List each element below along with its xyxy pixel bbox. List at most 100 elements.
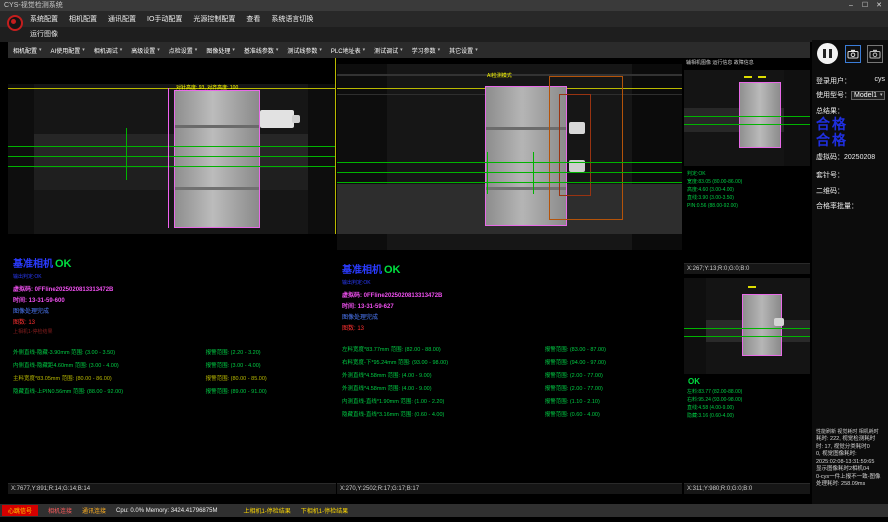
aux-result-line: PIN:0.56 (88.00-92.00) — [687, 202, 742, 210]
aux-result-line: 判定:OK — [687, 170, 742, 178]
comm-link-indicator: 通讯连接 — [82, 506, 106, 515]
tool-advanced-settings[interactable]: 高级设置▾ — [131, 46, 160, 55]
measure-line-green — [337, 172, 682, 173]
alarm-range: 报警范围: (1.10 - 2.10) — [545, 396, 600, 409]
total-result-value: 合格 合格 — [816, 116, 885, 148]
measure-line-green — [8, 156, 336, 157]
chevron-down-icon: ▾ — [195, 47, 198, 53]
tool-camera-debug[interactable]: 相机调试▾ — [94, 46, 123, 55]
tool-label: 学习参数 — [412, 46, 436, 55]
pass-rate-label: 合格率批量： — [816, 201, 885, 211]
stat-line: 时: 17, 视觉分类耗时0 — [816, 444, 885, 452]
chevron-down-icon: ▾ — [880, 92, 883, 98]
measurement-row: 内侧直线-隐藏距4.60mm 范围: (3.00 - 4.00)报警范围: (3… — [13, 360, 334, 373]
measurement-value: 内侧直线-隐藏距4.60mm 范围: (3.00 - 4.00) — [13, 360, 206, 373]
chevron-down-icon: ▾ — [400, 47, 403, 53]
connector-part — [260, 110, 294, 128]
camera2-result: 基准相机OK 输出判定:OK 虚拟码: 0FFline2025020813313… — [342, 260, 680, 422]
tool-label: 其它设置 — [449, 46, 473, 55]
tool-baseline-params[interactable]: 基准线参数▾ — [244, 46, 279, 55]
measurement-row: 隐藏直线-直线*3.16mm 范围: (0.60 - 4.00)报警范围: (0… — [342, 409, 680, 422]
menu-language[interactable]: 系统语言切换 — [271, 14, 313, 24]
tab-run-image-label: 运行图像 — [30, 31, 58, 38]
alarm-range: 报警范围: (2.00 - 77.00) — [545, 370, 603, 383]
chevron-down-icon: ▾ — [157, 47, 160, 53]
alarm-range: 报警范围: (0.60 - 4.00) — [545, 409, 600, 422]
measurement-row: 内测直线-直线*1.90mm 范围: (1.00 - 2.20)报警范围: (1… — [342, 396, 680, 409]
menu-system-config[interactable]: 系统配置 — [30, 14, 58, 24]
shiny-spot — [569, 122, 585, 134]
alarm-range: 报警范围: (80.00 - 85.00) — [206, 373, 267, 386]
measurement-row: 隐藏直线-上PIN0.56mm 范围: (88.00 - 92.00)报警范围:… — [13, 386, 334, 399]
overlay-mark-yellow — [748, 286, 756, 288]
alarm-range: 报警范围: (3.00 - 4.00) — [206, 360, 261, 373]
menu-view[interactable]: 查看 — [246, 14, 260, 24]
pause-button[interactable] — [817, 43, 838, 64]
camera-select-button-2[interactable] — [867, 45, 883, 63]
tool-image-process[interactable]: 图像处理▾ — [206, 46, 235, 55]
camera2-image[interactable]: AI检测模式 — [337, 64, 682, 250]
measurement-value: 隐藏直线-直线*3.16mm 范围: (0.60 - 4.00) — [342, 409, 545, 422]
menu-comm-config[interactable]: 通讯配置 — [108, 14, 136, 24]
tool-testline-params[interactable]: 测试线参数▾ — [287, 46, 322, 55]
tool-spot-check[interactable]: 点检设置▾ — [169, 46, 198, 55]
camera1-panel: 对针高度: 93, 对齐高度: 100 基准相机OK 输出判定:OK 虚拟码: … — [8, 58, 336, 494]
window-controls: – ☐ ✕ — [844, 0, 886, 11]
upper-camera-result: 上相机1-停检结果 — [243, 506, 290, 515]
panel-divider-line — [335, 58, 336, 234]
camera-icon — [869, 49, 881, 59]
measurement-row: 主料宽度*83.05mm 范围: (80.00 - 86.00)报警范围: (8… — [13, 373, 334, 386]
measurement-row: 左料宽度*83.77mm 范围: (82.00 - 88.00)报警范围: (8… — [342, 344, 680, 357]
measure-line-green-vertical — [126, 128, 127, 180]
tool-label: 点检设置 — [169, 46, 193, 55]
tab-run-image[interactable]: 运行图像 — [0, 27, 888, 42]
measurement-value: 外侧直线-隐藏-3.90mm 范围: (3.00 - 3.50) — [13, 347, 206, 360]
menu-camera-config[interactable]: 相机配置 — [69, 14, 97, 24]
heartbeat-indicator[interactable]: 心跳信号 — [2, 505, 38, 516]
chevron-down-icon: ▾ — [319, 47, 322, 53]
measure-line-green — [8, 166, 336, 167]
overlay-annotation: AI检测模式 — [487, 72, 512, 79]
performance-stats: 耗时: 222, 视觉检测耗时 时: 17, 视觉分类耗时0 0, 视觉图像耗时… — [816, 436, 885, 489]
qr-code-label: 二维码： — [816, 186, 885, 196]
tool-ai-config[interactable]: AI使用配置▾ — [51, 46, 85, 55]
model-label: 使用型号： — [816, 90, 851, 100]
maximize-button[interactable]: ☐ — [858, 0, 872, 11]
measurement-value: 外测直线*4.58mm 范围: (4.00 - 9.00) — [342, 370, 545, 383]
tool-label: 图像处理 — [206, 46, 230, 55]
result-time: 时间: 13-31-59-600 — [13, 295, 334, 304]
measurement-value: 主料宽度*83.05mm 范围: (80.00 - 86.00) — [13, 373, 206, 386]
measurement-row: 外测直线*4.58mm 范围: (4.00 - 9.00)报警范围: (2.00… — [342, 370, 680, 383]
measure-line-green — [8, 146, 336, 147]
tool-label: 相机配置 — [13, 46, 37, 55]
aux-camera2-image[interactable] — [684, 278, 810, 374]
minimize-button[interactable]: – — [844, 0, 858, 11]
result-done: 图像处理完成 — [342, 312, 680, 321]
tool-test-debug[interactable]: 测试调试▾ — [374, 46, 403, 55]
result-barcode: 虚拟码: 0FFline2025020813313472B — [13, 284, 334, 293]
measure-line-green — [684, 336, 810, 337]
menu-light-control[interactable]: 光源控制配置 — [193, 14, 235, 24]
chevron-down-icon: ▾ — [363, 47, 366, 53]
tool-learn-params[interactable]: 学习参数▾ — [412, 46, 441, 55]
result-done: 图像处理完成 — [13, 306, 334, 315]
aux-result-line: 直线:4.58 (4.00-9.00) — [687, 404, 742, 412]
measurement-row: 右料宽度-下*95.24mm 范围: (93.00 - 98.00)报警范围: … — [342, 357, 680, 370]
menu-io-manual[interactable]: IO手动配置 — [147, 14, 182, 24]
measure-line-green — [337, 182, 682, 183]
close-button[interactable]: ✕ — [872, 0, 886, 11]
camera-select-button-1[interactable] — [845, 45, 861, 63]
tool-camera-config[interactable]: 相机配置▾ — [13, 46, 42, 55]
login-user-value: cys — [875, 76, 886, 86]
chevron-down-icon: ▾ — [438, 47, 441, 53]
stat-line: 显示图像耗时2相机04 — [816, 466, 885, 474]
performance-stats-header: 性能刷新 视觉耗时 相机耗时 — [816, 428, 885, 435]
aux-camera1-image[interactable] — [684, 70, 810, 166]
camera1-image[interactable]: 对针高度: 93, 对齐高度: 100 — [8, 84, 336, 234]
tool-other-settings[interactable]: 其它设置▾ — [449, 46, 478, 55]
tool-plc-address[interactable]: PLC地址表▾ — [331, 46, 365, 55]
measure-line-green-vertical — [533, 152, 534, 194]
model-select[interactable]: Model1 ▾ — [851, 91, 885, 100]
chevron-down-icon: ▾ — [39, 47, 42, 53]
camera-link-indicator: 相机连接 — [48, 506, 72, 515]
